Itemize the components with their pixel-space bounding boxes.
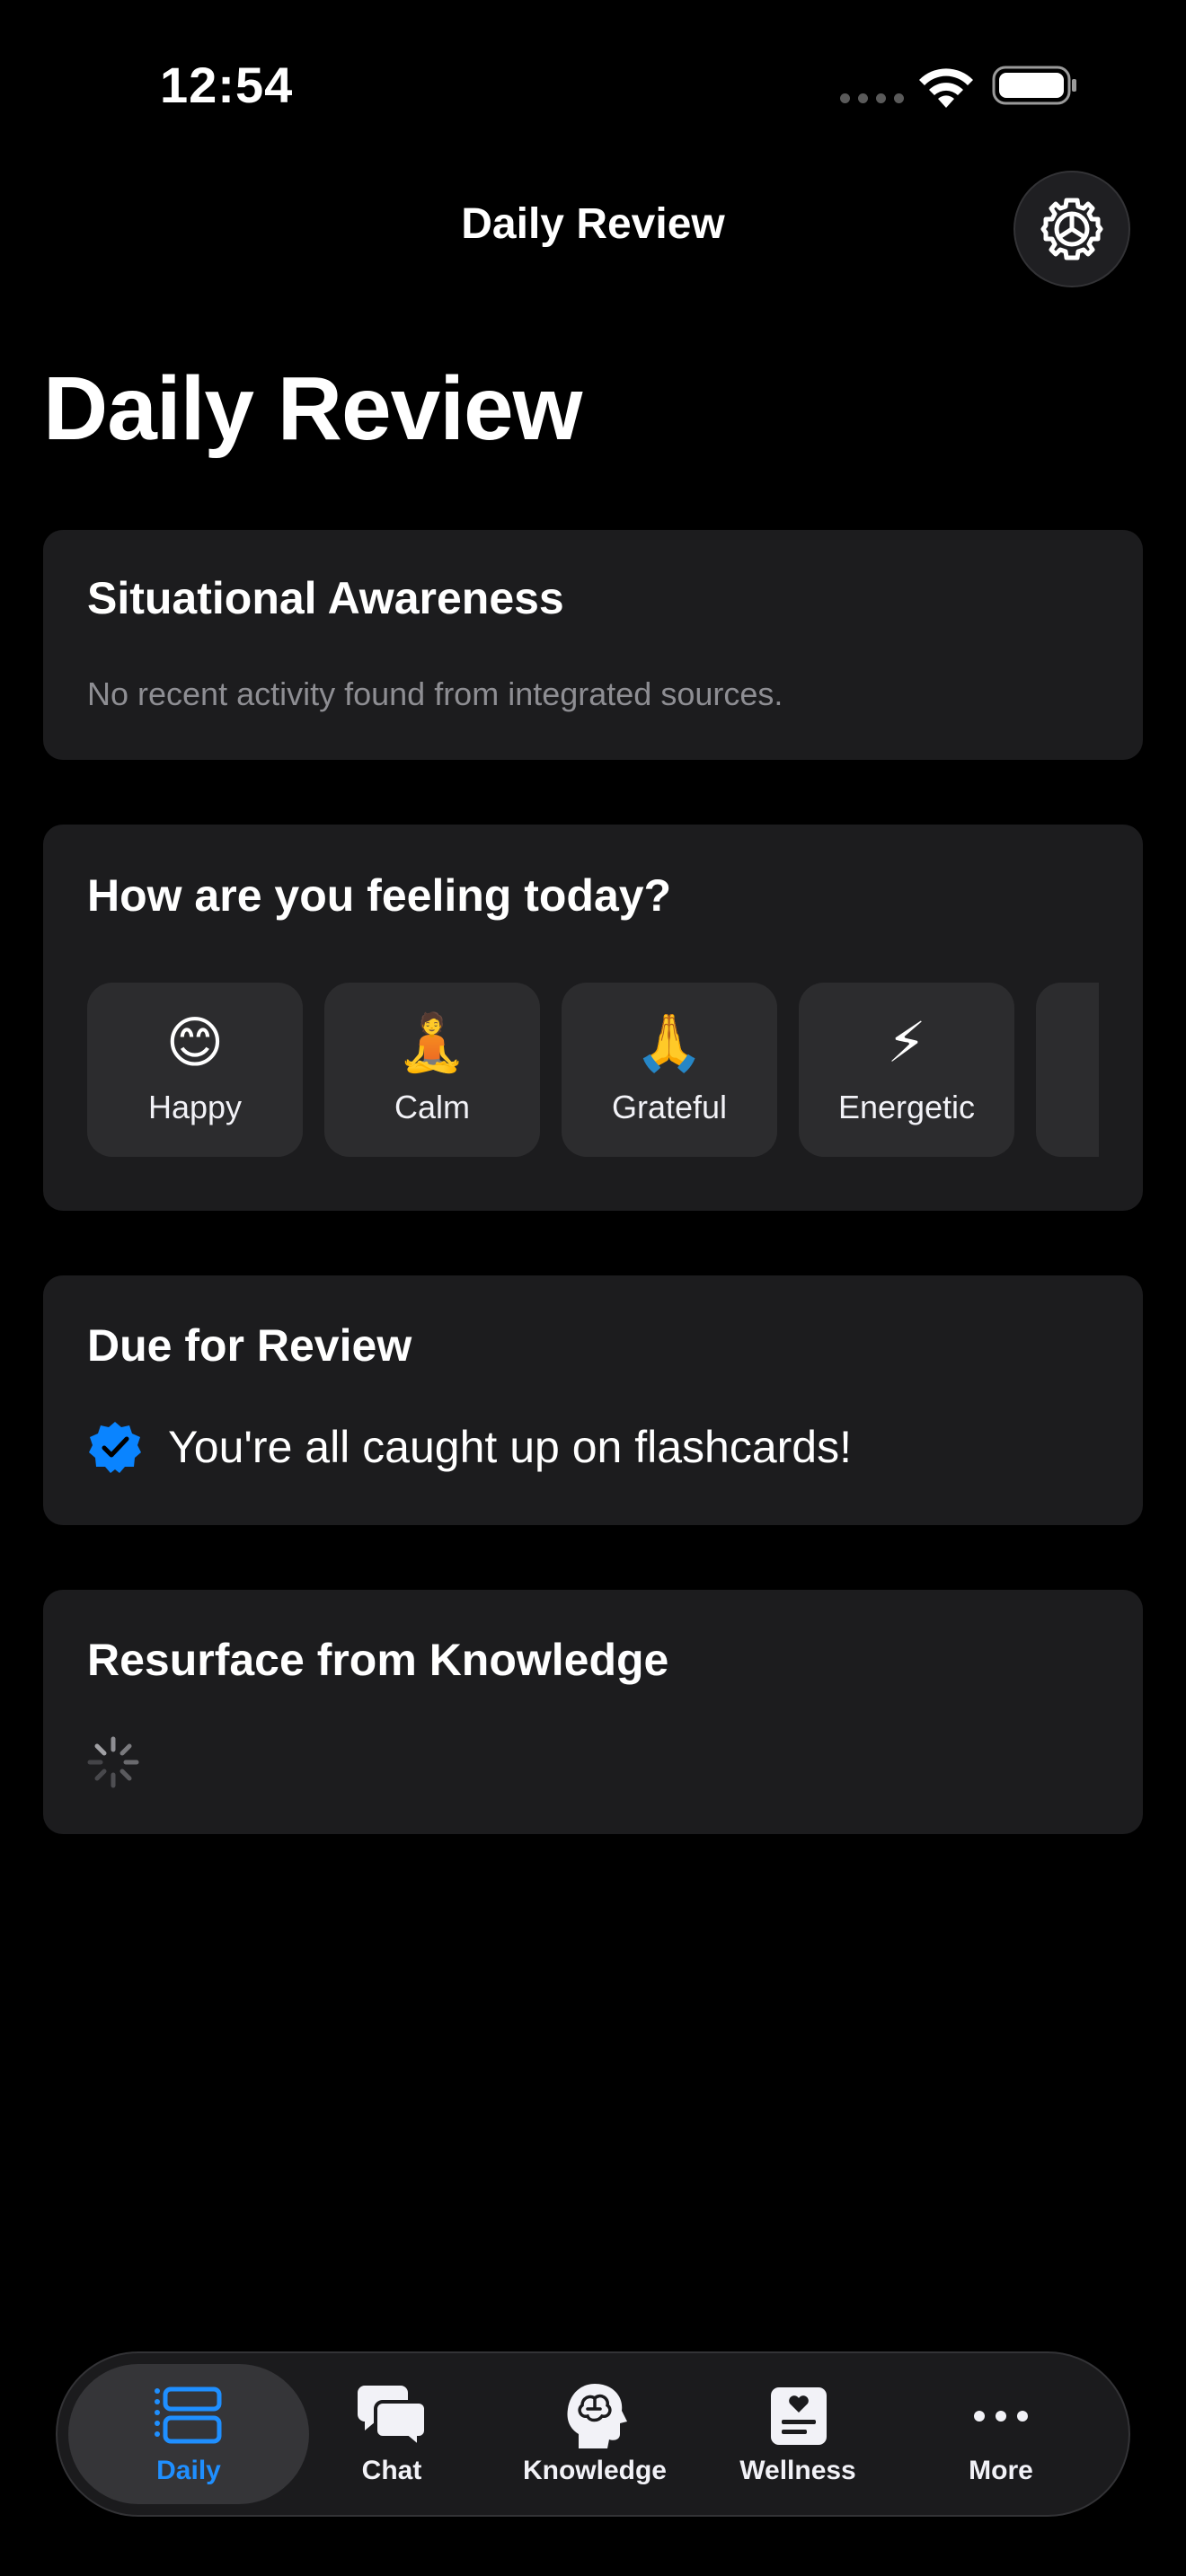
tab-more[interactable]: More: [902, 2353, 1100, 2515]
mood-label: Calm: [394, 1089, 470, 1125]
mood-options-scroller[interactable]: 😊 Happy 🧘 Calm 🙏 Grateful ⚡ Energetic Fo: [87, 983, 1099, 1157]
tab-label: Wellness: [739, 2456, 856, 2485]
battery-icon: [992, 66, 1076, 105]
smiley-icon: 😊: [165, 1012, 225, 1074]
heart-note-icon: [771, 2387, 827, 2445]
list-icon: [155, 2386, 222, 2444]
mood-option-happy[interactable]: 😊 Happy: [87, 983, 303, 1157]
caught-up-row: You're all caught up on flashcards!: [87, 1419, 852, 1475]
status-time: 12:54: [160, 57, 294, 113]
mood-option-energetic[interactable]: ⚡ Energetic: [799, 983, 1014, 1157]
praying-hands-icon: 🙏: [634, 1012, 704, 1074]
lightning-icon: ⚡: [887, 1012, 926, 1074]
mood-option-partial[interactable]: Fo: [1036, 983, 1099, 1157]
nav-title: Daily Review: [461, 200, 725, 248]
tab-label: Daily: [156, 2456, 221, 2485]
due-for-review-card: Due for Review You're all caught up on f…: [43, 1275, 1143, 1525]
empty-state-text: No recent activity found from integrated…: [87, 675, 783, 712]
wifi-icon: [919, 68, 973, 108]
mood-card: How are you feeling today? 😊 Happy 🧘 Cal…: [43, 825, 1143, 1211]
tab-wellness[interactable]: Wellness: [699, 2353, 897, 2515]
brain-head-icon: [567, 2384, 627, 2448]
loading-spinner-icon: [87, 1736, 139, 1788]
tab-label: Knowledge: [522, 2456, 667, 2485]
mood-label: Happy: [147, 1089, 243, 1125]
tab-bar: Daily Chat Knowledge Wellness More: [56, 2351, 1130, 2517]
ellipsis-icon: [974, 2411, 1028, 2422]
card-title: Resurface from Knowledge: [87, 1635, 669, 1685]
chat-bubbles-icon: [358, 2386, 428, 2450]
card-title: Situational Awareness: [87, 573, 564, 623]
situational-awareness-card: Situational Awareness No recent activity…: [43, 530, 1143, 760]
meditation-icon: 🧘: [397, 1012, 467, 1074]
mood-label: Energetic: [837, 1089, 976, 1125]
card-title: Due for Review: [87, 1320, 412, 1371]
tab-knowledge[interactable]: Knowledge: [496, 2353, 694, 2515]
tab-label: More: [969, 2456, 1033, 2485]
resurface-card: Resurface from Knowledge: [43, 1590, 1143, 1834]
tab-daily[interactable]: Daily: [90, 2353, 288, 2515]
tab-label: Chat: [361, 2456, 422, 2485]
mood-label: Grateful: [611, 1089, 728, 1125]
cellular-signal-icon: [840, 93, 904, 103]
checkmark-seal-icon: [89, 1422, 141, 1473]
settings-button[interactable]: [1013, 171, 1130, 287]
gear-icon: [1040, 198, 1103, 260]
card-title: How are you feeling today?: [87, 870, 672, 921]
mood-option-grateful[interactable]: 🙏 Grateful: [562, 983, 777, 1157]
tab-chat[interactable]: Chat: [293, 2353, 491, 2515]
caught-up-text: You're all caught up on flashcards!: [168, 1422, 852, 1472]
page-title: Daily Review: [43, 358, 582, 459]
mood-option-calm[interactable]: 🧘 Calm: [324, 983, 540, 1157]
